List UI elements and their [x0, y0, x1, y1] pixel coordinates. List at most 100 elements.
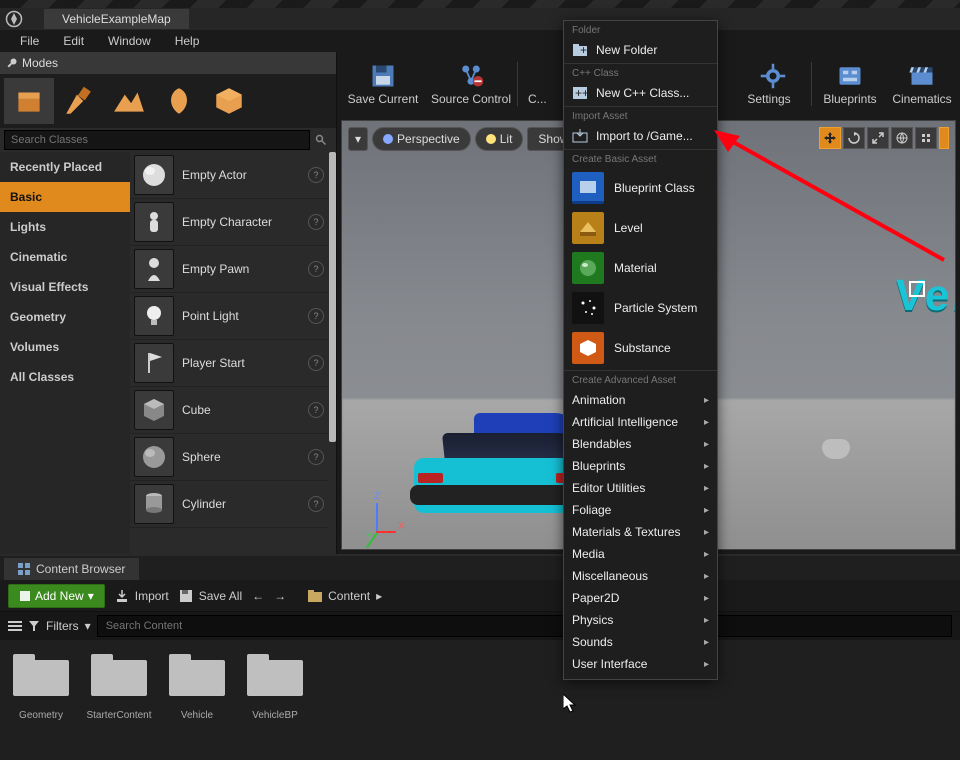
transform-rotate-button[interactable] [843, 127, 865, 149]
ctx-new-cpp-class[interactable]: ++ New C++ Class... [564, 82, 717, 104]
ctx-material[interactable]: Material [564, 248, 717, 288]
mode-foliage[interactable] [154, 78, 204, 124]
transform-scale-button[interactable] [867, 127, 889, 149]
folder-icon [308, 590, 322, 602]
scrollbar[interactable] [329, 152, 336, 442]
folder-geometry[interactable]: Geometry [10, 654, 72, 721]
mode-paint[interactable] [54, 78, 104, 124]
menu-file[interactable]: File [8, 30, 51, 52]
ctx-substance[interactable]: Substance [564, 328, 717, 368]
cat-lights[interactable]: Lights [0, 212, 130, 242]
actor-point-light[interactable]: Point Light ? [130, 293, 328, 340]
mode-place[interactable] [4, 78, 54, 124]
save-all-button[interactable]: Save All [179, 589, 242, 603]
list-icon [8, 620, 22, 632]
content-browser-grid[interactable]: Geometry StarterContent Vehicle VehicleB… [0, 640, 960, 760]
cat-all-classes[interactable]: All Classes [0, 362, 130, 392]
breadcrumb[interactable]: Content ▸ [308, 589, 382, 603]
toolbar-settings-label: Settings [747, 92, 790, 106]
info-icon[interactable]: ? [308, 214, 324, 230]
info-icon[interactable]: ? [308, 449, 324, 465]
toolbar-sc-label: Source Control [431, 92, 511, 106]
folder-startercontent[interactable]: StarterContent [88, 654, 150, 721]
toolbar-content[interactable]: C... [520, 54, 560, 114]
viewport-right-controls [819, 127, 949, 149]
toolbar-save[interactable]: Save Current [339, 54, 427, 114]
actor-cylinder[interactable]: Cylinder ? [130, 481, 328, 528]
coord-space-button[interactable] [891, 127, 913, 149]
ctx-new-folder[interactable]: + New Folder [564, 39, 717, 61]
modes-search-row [0, 128, 336, 152]
ctx-misc[interactable]: Miscellaneous▸ [564, 565, 717, 587]
folder-icon [169, 654, 225, 696]
info-icon[interactable]: ? [308, 355, 324, 371]
snap-button[interactable] [915, 127, 937, 149]
toolbar-blueprints[interactable]: Blueprints [814, 54, 886, 114]
folder-icon [91, 654, 147, 696]
camera-speed-button[interactable] [939, 127, 949, 149]
ctx-sounds[interactable]: Sounds▸ [564, 631, 717, 653]
nav-forward-button[interactable]: → [274, 589, 286, 603]
ctx-materials-textures[interactable]: Materials & Textures▸ [564, 521, 717, 543]
actor-sphere[interactable]: Sphere ? [130, 434, 328, 481]
cat-geometry[interactable]: Geometry [0, 302, 130, 332]
actor-empty-pawn[interactable]: Empty Pawn ? [130, 246, 328, 293]
ctx-blendables[interactable]: Blendables▸ [564, 433, 717, 455]
search-content-input[interactable] [97, 615, 952, 637]
cat-cinematic[interactable]: Cinematic [0, 242, 130, 272]
nav-back-button[interactable]: ← [252, 589, 264, 603]
ctx-blueprints-adv[interactable]: Blueprints▸ [564, 455, 717, 477]
ctx-foliage[interactable]: Foliage▸ [564, 499, 717, 521]
folder-vehiclebp[interactable]: VehicleBP [244, 654, 306, 721]
viewport-lit-button[interactable]: Lit [475, 127, 524, 151]
search-classes-input[interactable] [4, 130, 310, 150]
viewport-menu-button[interactable]: ▾ [348, 127, 368, 151]
material-icon [572, 252, 604, 284]
substance-icon [572, 332, 604, 364]
filters-button[interactable]: Filters▾ [28, 619, 91, 633]
toolbar-source-control[interactable]: Source Control [427, 54, 515, 114]
info-icon[interactable]: ? [308, 496, 324, 512]
folder-vehicle[interactable]: Vehicle [166, 654, 228, 721]
view-options-button[interactable] [8, 620, 22, 632]
cat-volumes[interactable]: Volumes [0, 332, 130, 362]
search-icon[interactable] [310, 130, 332, 150]
menu-edit[interactable]: Edit [51, 30, 96, 52]
cat-visual-effects[interactable]: Visual Effects [0, 272, 130, 302]
mode-landscape[interactable] [104, 78, 154, 124]
cat-recently-placed[interactable]: Recently Placed [0, 152, 130, 182]
transform-move-button[interactable] [819, 127, 841, 149]
ctx-blueprint-class[interactable]: Blueprint Class [564, 168, 717, 208]
info-icon[interactable]: ? [308, 261, 324, 277]
info-icon[interactable]: ? [308, 167, 324, 183]
chevron-down-icon: ▾ [85, 619, 91, 633]
viewport-perspective-button[interactable]: Perspective [372, 127, 471, 151]
actor-player-start[interactable]: Player Start ? [130, 340, 328, 387]
cat-basic[interactable]: Basic [0, 182, 130, 212]
ctx-media[interactable]: Media▸ [564, 543, 717, 565]
chevron-right-icon: ▸ [704, 461, 709, 472]
menu-window[interactable]: Window [96, 30, 163, 52]
actor-empty-actor[interactable]: Empty Actor ? [130, 152, 328, 199]
add-new-button[interactable]: Add New ▾ [8, 584, 105, 608]
info-icon[interactable]: ? [308, 308, 324, 324]
import-button[interactable]: Import [115, 589, 169, 603]
content-browser-tab[interactable]: Content Browser [4, 558, 139, 580]
ctx-editor-util[interactable]: Editor Utilities▸ [564, 477, 717, 499]
ctx-animation[interactable]: Animation▸ [564, 389, 717, 411]
ctx-paper2d[interactable]: Paper2D▸ [564, 587, 717, 609]
toolbar-settings[interactable]: Settings [737, 54, 809, 114]
actor-empty-character[interactable]: Empty Character ? [130, 199, 328, 246]
info-icon[interactable]: ? [308, 402, 324, 418]
ctx-particle-system[interactable]: Particle System [564, 288, 717, 328]
ctx-ai[interactable]: Artificial Intelligence▸ [564, 411, 717, 433]
toolbar-cinematics[interactable]: Cinematics [886, 54, 958, 114]
ctx-level[interactable]: Level [564, 208, 717, 248]
ctx-user-interface[interactable]: User Interface▸ [564, 653, 717, 675]
actor-cube[interactable]: Cube ? [130, 387, 328, 434]
level-tab[interactable]: VehicleExampleMap [44, 9, 189, 29]
menu-help[interactable]: Help [163, 30, 212, 52]
mode-geometry[interactable] [204, 78, 254, 124]
ctx-physics[interactable]: Physics▸ [564, 609, 717, 631]
ctx-import-to-game[interactable]: Import to /Game... [564, 125, 717, 147]
